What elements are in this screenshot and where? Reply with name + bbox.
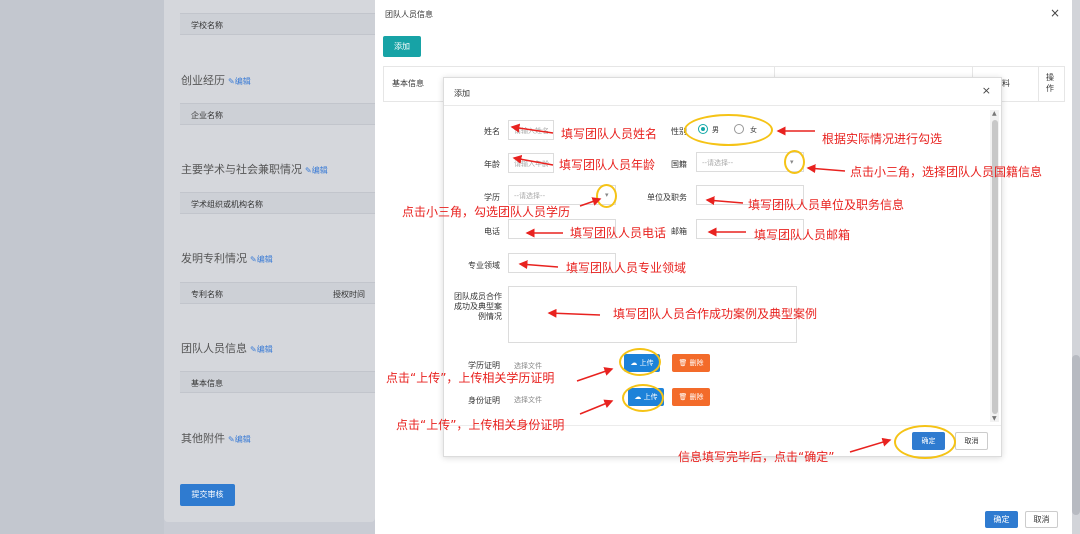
- upload-edu-highlight: [619, 348, 661, 376]
- edit-link[interactable]: ✎编辑: [305, 166, 328, 175]
- modal-confirm-button[interactable]: 确定: [985, 511, 1018, 528]
- name-input[interactable]: 请输入姓名: [508, 120, 554, 140]
- age-input[interactable]: 请输入年龄: [508, 153, 554, 173]
- edit-link[interactable]: ✎编辑: [250, 345, 273, 354]
- submit-review-button[interactable]: 提交审核: [180, 484, 235, 506]
- trash-icon: 🗑: [678, 359, 690, 367]
- position-label: 单位及职务: [647, 193, 687, 202]
- section-academic: 主要学术与社会兼职情况 ✎编辑: [181, 161, 328, 177]
- section-title: 发明专利情况: [181, 252, 247, 265]
- annotation-age: 填写团队人员年龄: [559, 158, 656, 172]
- annotation-nationality: 点击小三角，选择团队人员国籍信息: [850, 165, 1043, 179]
- add-member-button[interactable]: 添加: [383, 36, 421, 57]
- table-header-team: 基本信息: [180, 371, 375, 393]
- scroll-up-icon[interactable]: ▲: [992, 110, 997, 117]
- section-title: 主要学术与社会兼职情况: [181, 163, 302, 176]
- annotation-phone: 填写团队人员电话: [570, 226, 667, 240]
- confirm-highlight: [894, 425, 956, 459]
- annotation-gender: 根据实际情况进行勾选: [822, 132, 943, 146]
- section-team: 团队人员信息 ✎编辑: [181, 340, 273, 356]
- modal-title: 团队人员信息: [385, 10, 433, 19]
- major-label: 专业领域: [468, 261, 500, 270]
- modal-cancel-button[interactable]: 取消: [1025, 511, 1058, 528]
- id-cert-label: 身份证明: [468, 396, 500, 405]
- gender-label: 性别: [671, 127, 687, 136]
- upload-id-highlight: [622, 384, 664, 412]
- trash-icon: 🗑: [678, 393, 690, 401]
- section-attachments: 其他附件 ✎编辑: [181, 430, 251, 446]
- delete-id-button[interactable]: 🗑 删除: [672, 388, 710, 406]
- annotation-cases: 填写团队人员合作成功案例及典型案例: [613, 307, 818, 321]
- dialog-header: 添加 ×: [444, 78, 1001, 106]
- delete-edu-button[interactable]: 🗑 删除: [672, 354, 710, 372]
- page-scrollbar-thumb[interactable]: [1072, 355, 1080, 515]
- annotation-upload-edu: 点击“上传”，上传相关学历证明: [386, 371, 555, 385]
- annotation-major: 填写团队人员专业领域: [566, 261, 687, 275]
- section-startup: 创业经历 ✎编辑: [181, 72, 251, 88]
- annotation-position: 填写团队人员单位及职务信息: [748, 198, 905, 212]
- grant-time-header: 授权时间: [333, 290, 365, 299]
- column-header: 基本信息: [392, 79, 424, 88]
- annotation-upload-id: 点击“上传”，上传相关身份证明: [396, 418, 565, 432]
- section-title: 其他附件: [181, 432, 225, 445]
- annotation-confirm: 信息填写完毕后，点击“确定”: [678, 450, 835, 464]
- section-patent: 发明专利情况 ✎编辑: [181, 250, 273, 266]
- annotation-education: 点击小三角，勾选团队人员学历: [402, 205, 571, 219]
- edit-link[interactable]: ✎编辑: [228, 435, 251, 444]
- age-label: 年龄: [484, 160, 500, 169]
- phone-label: 电话: [484, 227, 500, 236]
- table-header-company: 企业名称: [180, 103, 375, 125]
- page-left-gutter: [0, 0, 164, 534]
- table-header-patent: 专利名称 授权时间: [180, 282, 375, 304]
- name-label: 姓名: [484, 127, 500, 136]
- edit-link[interactable]: ✎编辑: [250, 255, 273, 264]
- close-icon[interactable]: ×: [982, 84, 991, 97]
- section-title: 团队人员信息: [181, 342, 247, 355]
- dialog-cancel-button[interactable]: 取消: [955, 432, 988, 450]
- section-title: 创业经历: [181, 74, 225, 87]
- school-name-header: 学校名称: [191, 21, 223, 30]
- nationality-arrow-highlight: [784, 150, 805, 174]
- education-arrow-highlight: [596, 184, 617, 208]
- table-header-school: 学校名称: [180, 13, 375, 35]
- education-label: 学历: [484, 193, 500, 202]
- table-header-academic: 学术组织或机构名称: [180, 192, 375, 214]
- scroll-down-icon[interactable]: ▼: [992, 415, 997, 422]
- edit-link[interactable]: ✎编辑: [228, 77, 251, 86]
- column-header: 操作: [1046, 73, 1054, 93]
- close-icon[interactable]: ×: [1050, 6, 1060, 20]
- nationality-label: 国籍: [671, 160, 687, 169]
- dialog-title: 添加: [454, 89, 470, 98]
- column-header: 料: [1002, 79, 1010, 88]
- cases-label: 团队成员合作成功及典型案例情况: [454, 292, 502, 321]
- gender-highlight: [684, 114, 773, 146]
- annotation-name: 填写团队人员姓名: [561, 127, 658, 141]
- choose-file-id[interactable]: 选择文件: [514, 395, 542, 405]
- annotation-email: 填写团队人员邮箱: [754, 228, 851, 242]
